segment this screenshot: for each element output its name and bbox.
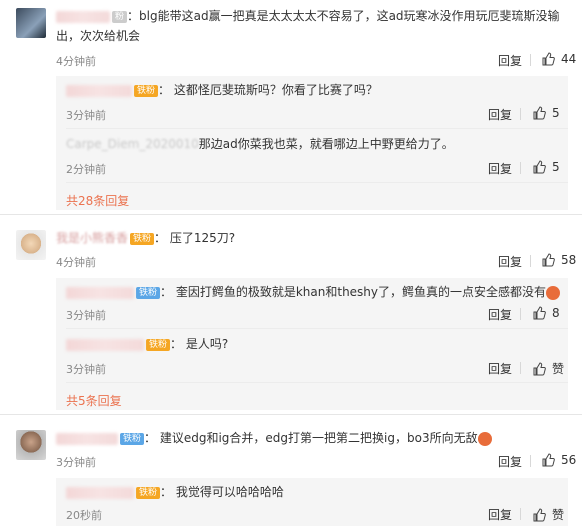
reply-button[interactable]: 回复 xyxy=(498,52,522,69)
like-count: 58 xyxy=(561,253,577,267)
reply-button[interactable]: 回复 xyxy=(488,306,512,323)
like-button[interactable]: 58 xyxy=(541,253,576,267)
timestamp: 3分钟前 xyxy=(56,456,96,469)
thumbs-up-icon xyxy=(541,453,555,467)
username[interactable]: 我是小熊香香 xyxy=(56,231,128,245)
thumbs-up-icon xyxy=(532,306,546,320)
avatar[interactable] xyxy=(16,430,46,460)
timestamp: 4分钟前 xyxy=(56,256,96,269)
thumbs-up-icon xyxy=(532,362,546,376)
like-button[interactable]: 8 xyxy=(532,306,560,320)
fan-badge: 铁粉 xyxy=(120,432,145,445)
like-count: 56 xyxy=(561,453,577,467)
like-button[interactable]: 56 xyxy=(541,453,576,467)
timestamp: 3分钟前 xyxy=(66,109,106,122)
more-replies-link[interactable]: 共28条回复 xyxy=(66,192,129,209)
comment-text: blg能带这ad赢一把真是太太太太不容易了，这ad玩寒冰没作用玩厄斐琉斯没输出，… xyxy=(56,9,560,43)
comment-body: 铁粉： 建议edg和ig合并，edg打第一把第二把换ig，bo3所向无敌 xyxy=(56,428,492,448)
comment-body: 粉：blg能带这ad赢一把真是太太太太不容易了，这ad玩寒冰没作用玩厄斐琉斯没输… xyxy=(56,9,560,43)
fan-badge: 铁粉 xyxy=(146,338,171,351)
username[interactable] xyxy=(66,486,134,499)
reply-text: 这都怪厄斐琉斯吗？你看了比赛了吗？ xyxy=(173,83,378,97)
reply-text: 那边ad你菜我也菜，就看哪边上中野更给力了。 xyxy=(198,137,454,151)
thumbs-up-icon xyxy=(541,253,555,267)
timestamp: 3分钟前 xyxy=(66,309,106,322)
emoji-icon xyxy=(477,431,492,446)
like-button[interactable]: 赞 xyxy=(532,360,564,377)
like-button[interactable]: 赞 xyxy=(532,506,564,523)
fan-badge: 铁粉 xyxy=(136,486,161,499)
timestamp: 4分钟前 xyxy=(56,55,96,68)
timestamp: 20秒前 xyxy=(66,509,102,522)
reply-button[interactable]: 回复 xyxy=(488,106,512,123)
reply-button[interactable]: 回复 xyxy=(498,453,522,470)
username[interactable] xyxy=(56,10,110,23)
like-button[interactable]: 44 xyxy=(541,52,576,66)
fan-badge: 铁粉 xyxy=(134,84,159,97)
username[interactable] xyxy=(66,286,134,299)
reply-body: 铁粉： 奎因打鳄鱼的极致就是khan和theshy了，鳄鱼真的一点安全感都没有 xyxy=(66,282,566,302)
like-count: 44 xyxy=(561,52,577,66)
avatar[interactable] xyxy=(16,230,46,260)
username[interactable] xyxy=(56,432,118,445)
username[interactable]: Carpe_Diem_2020010 xyxy=(66,137,199,151)
comment-body: 我是小熊香香 铁粉： 压了125刀? xyxy=(56,231,236,245)
reply-button[interactable]: 回复 xyxy=(488,160,512,177)
like-count: 5 xyxy=(552,160,560,174)
like-label: 赞 xyxy=(552,362,565,376)
comment-text: 压了125刀? xyxy=(169,231,236,245)
timestamp: 3分钟前 xyxy=(66,363,106,376)
like-button[interactable]: 5 xyxy=(532,160,560,174)
like-count: 8 xyxy=(552,306,560,320)
thumbs-up-icon xyxy=(541,52,555,66)
like-button[interactable]: 5 xyxy=(532,106,560,120)
thumbs-up-icon xyxy=(532,106,546,120)
fan-badge: 铁粉 xyxy=(136,286,161,299)
thumbs-up-icon xyxy=(532,160,546,174)
username[interactable] xyxy=(66,84,132,97)
more-replies-link[interactable]: 共5条回复 xyxy=(66,392,122,409)
reply-text: 奎因打鳄鱼的极致就是khan和theshy了，鳄鱼真的一点安全感都没有 xyxy=(175,285,547,299)
reply-body: 铁粉： 这都怪厄斐琉斯吗？你看了比赛了吗？ xyxy=(66,80,378,100)
avatar[interactable] xyxy=(16,8,46,38)
reply-button[interactable]: 回复 xyxy=(488,506,512,523)
like-count: 5 xyxy=(552,106,560,120)
fan-badge: 铁粉 xyxy=(130,232,155,245)
username[interactable] xyxy=(66,338,144,351)
reply-button[interactable]: 回复 xyxy=(488,360,512,377)
reply-body: 铁粉： 我觉得可以哈哈哈哈 xyxy=(66,482,284,502)
reply-body: Carpe_Diem_2020010那边ad你菜我也菜，就看哪边上中野更给力了。 xyxy=(66,134,454,154)
reply-text: 我觉得可以哈哈哈哈 xyxy=(175,485,284,499)
timestamp: 2分钟前 xyxy=(66,163,106,176)
reply-text: 是人吗? xyxy=(185,337,229,351)
reply-button[interactable]: 回复 xyxy=(498,253,522,270)
reply-body: 铁粉： 是人吗? xyxy=(66,334,228,354)
like-label: 赞 xyxy=(552,508,565,522)
thumbs-up-icon xyxy=(532,508,546,522)
comment-text: 建议edg和ig合并，edg打第一把第二把换ig，bo3所向无敌 xyxy=(159,431,478,445)
emoji-icon xyxy=(546,285,561,300)
